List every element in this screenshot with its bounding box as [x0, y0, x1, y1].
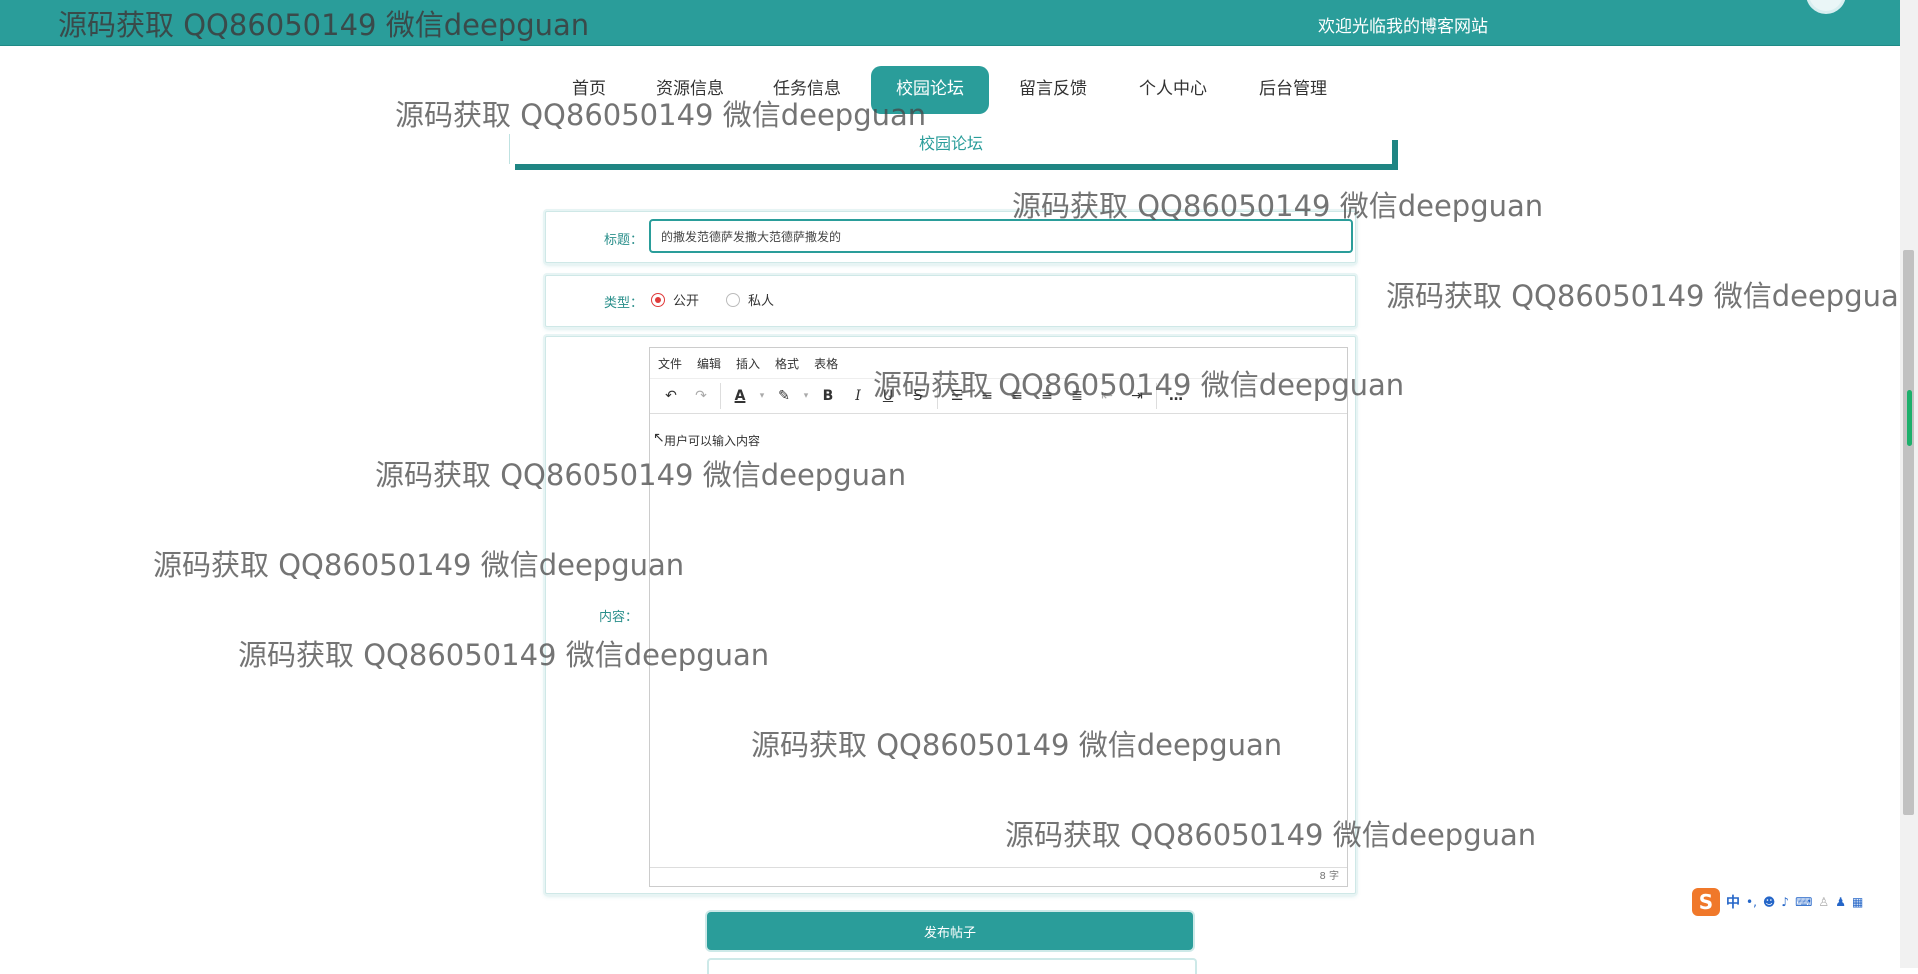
punctuation-icon[interactable]: •, [1746, 895, 1757, 909]
ime-toolbar[interactable]: S 中 •, ☻ ♪ ⌨ ♙ ♟ ▦ [1692, 888, 1863, 916]
microphone-icon[interactable]: ♪ [1781, 895, 1789, 909]
title-row: 标题： [545, 211, 1356, 263]
menu-file[interactable]: 文件 [658, 355, 682, 372]
nav-item-feedback[interactable]: 留言反馈 [1012, 66, 1094, 114]
toolbar-divider [937, 383, 938, 409]
section-title: 校园论坛 [918, 134, 983, 153]
content-row: 内容： 文件 编辑 插入 格式 表格 ↶ ↷ A ▾ ✎ ▾ B I U S ☰… [545, 336, 1356, 894]
strikethrough-icon[interactable]: S [903, 383, 933, 409]
title-input[interactable] [649, 219, 1353, 253]
section-title-card: 校园论坛 [509, 134, 1392, 164]
bold-icon[interactable]: B [813, 383, 843, 409]
next-card-edge [707, 958, 1197, 974]
nav-item-resources[interactable]: 资源信息 [651, 66, 729, 114]
watermark-top: 源码获取 QQ86050149 微信deepguan [58, 8, 590, 42]
word-count: 8 字 [650, 867, 1347, 886]
nav-item-home[interactable]: 首页 [562, 66, 616, 114]
type-label: 类型： [603, 296, 643, 311]
nav-item-forum[interactable]: 校园论坛 [871, 66, 989, 114]
redo-icon[interactable]: ↷ [686, 383, 716, 409]
align-left-icon[interactable]: ≡ [972, 383, 1002, 409]
watermark: 源码获取 QQ86050149 微信deepguan [1386, 279, 1918, 313]
chevron-down-icon[interactable]: ▾ [755, 383, 769, 409]
emoji-icon[interactable]: ☻ [1763, 895, 1776, 909]
top-header-bar: 源码获取 QQ86050149 微信deepguan 欢迎光临我的博客网站 [0, 0, 1900, 46]
align-center-icon[interactable]: ≡ [1002, 383, 1032, 409]
bullet-list-icon[interactable]: ☰ [942, 383, 972, 409]
undo-icon[interactable]: ↶ [656, 383, 686, 409]
menu-insert[interactable]: 插入 [736, 355, 760, 372]
editor-toolbar: ↶ ↷ A ▾ ✎ ▾ B I U S ☰ ≡ ≡ ≡ ≣ ⇤ ⇥ … [650, 378, 1347, 414]
publish-post-button[interactable]: 发布帖子 [707, 912, 1193, 950]
editor-content[interactable]: 用户可以输入内容 [664, 432, 760, 449]
toolbar-divider [1156, 383, 1157, 409]
outdent-icon[interactable]: ⇤ [1092, 383, 1122, 409]
ime-mode[interactable]: 中 [1726, 892, 1740, 912]
underline-icon[interactable]: U [873, 383, 903, 409]
more-icon[interactable]: … [1161, 383, 1191, 409]
nav-item-tasks[interactable]: 任务信息 [768, 66, 846, 114]
main-nav: 首页 资源信息 任务信息 校园论坛 留言反馈 个人中心 后台管理 [0, 66, 1900, 114]
radio-public[interactable]: 公开 [651, 290, 699, 309]
rich-text-editor[interactable]: 文件 编辑 插入 格式 表格 ↶ ↷ A ▾ ✎ ▾ B I U S ☰ ≡ ≡… [649, 347, 1348, 887]
nav-item-profile[interactable]: 个人中心 [1132, 66, 1214, 114]
type-row: 类型： 公开 私人 [545, 275, 1356, 327]
toolbar-divider [720, 383, 721, 409]
keyboard-icon[interactable]: ⌨ [1795, 895, 1812, 909]
content-label: 内容： [598, 610, 638, 625]
radio-private-label: 私人 [748, 294, 775, 309]
mouse-cursor-icon: ↖ [653, 430, 665, 446]
radio-private[interactable]: 私人 [726, 290, 774, 309]
user-icon[interactable]: ♙ [1818, 895, 1829, 909]
shirt-icon[interactable]: ♟ [1835, 895, 1846, 909]
scrollbar-thumb[interactable] [1903, 250, 1914, 815]
title-label: 标题： [603, 233, 643, 248]
radio-checked-icon [651, 292, 665, 307]
sogou-logo-icon[interactable]: S [1692, 888, 1720, 916]
menu-edit[interactable]: 编辑 [697, 355, 721, 372]
justify-icon[interactable]: ≣ [1062, 383, 1092, 409]
avatar[interactable] [1806, 0, 1846, 14]
indent-icon[interactable]: ⇥ [1122, 383, 1152, 409]
menu-format[interactable]: 格式 [775, 355, 799, 372]
welcome-text: 欢迎光临我的博客网站 [1318, 17, 1488, 37]
align-right-icon[interactable]: ≡ [1032, 383, 1062, 409]
text-color-icon[interactable]: A [725, 383, 755, 409]
menu-table[interactable]: 表格 [814, 355, 838, 372]
grid-icon[interactable]: ▦ [1852, 895, 1863, 909]
nav-item-admin[interactable]: 后台管理 [1252, 66, 1334, 114]
highlight-icon[interactable]: ✎ [769, 383, 799, 409]
chevron-down-icon[interactable]: ▾ [799, 383, 813, 409]
radio-unchecked-icon [726, 292, 740, 307]
radio-public-label: 公开 [673, 294, 700, 309]
italic-icon[interactable]: I [843, 383, 873, 409]
scroll-indicator [1907, 390, 1912, 446]
editor-menubar: 文件 编辑 插入 格式 表格 [650, 348, 1347, 378]
